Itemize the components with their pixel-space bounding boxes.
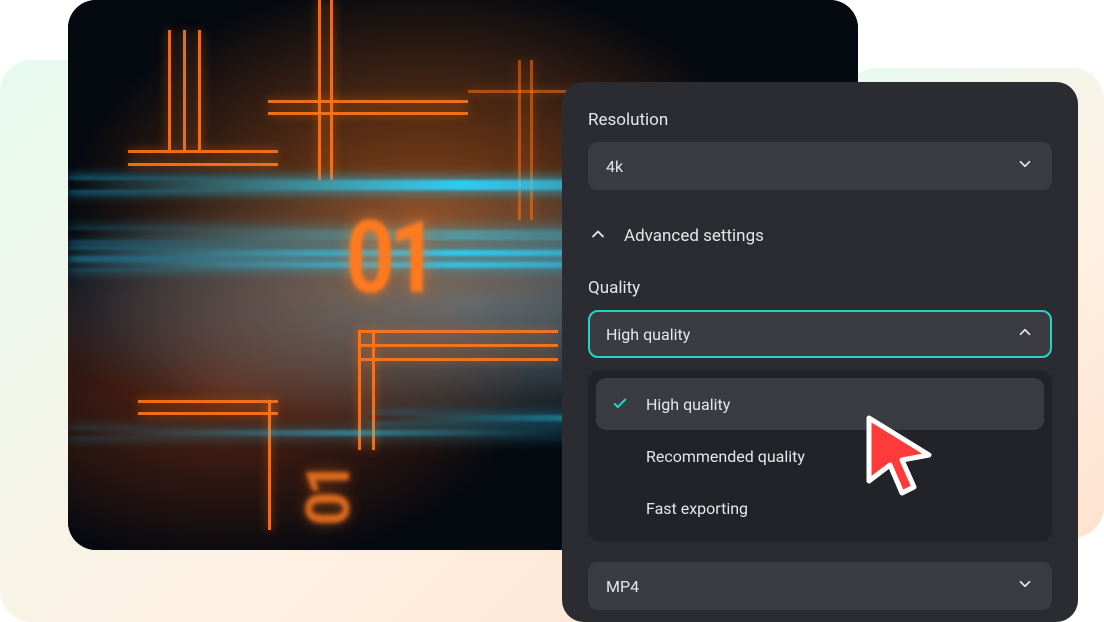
advanced-settings-label: Advanced settings: [624, 226, 764, 246]
quality-label: Quality: [588, 278, 1052, 298]
check-icon: [610, 395, 630, 413]
advanced-settings-toggle[interactable]: Advanced settings: [588, 214, 1052, 258]
resolution-select[interactable]: 4k: [588, 142, 1052, 190]
quality-value: High quality: [606, 325, 690, 344]
export-settings-panel: Resolution 4k Advanced settings Quality …: [562, 82, 1078, 622]
quality-option-high[interactable]: High quality: [596, 378, 1044, 430]
format-value: MP4: [606, 577, 639, 596]
quality-select[interactable]: High quality: [588, 310, 1052, 358]
resolution-label: Resolution: [588, 110, 1052, 130]
chevron-down-icon: [1016, 155, 1034, 177]
resolution-value: 4k: [606, 157, 623, 176]
chevron-down-icon: [1016, 575, 1034, 597]
quality-option-fast[interactable]: Fast exporting: [596, 482, 1044, 534]
chevron-up-icon: [1016, 323, 1034, 345]
option-label: Fast exporting: [646, 499, 748, 518]
quality-options: High quality Recommended quality Fast ex…: [588, 370, 1052, 542]
chevron-up-icon: [588, 224, 608, 248]
format-select[interactable]: MP4: [588, 562, 1052, 610]
option-label: Recommended quality: [646, 447, 805, 466]
option-label: High quality: [646, 395, 730, 414]
quality-option-recommended[interactable]: Recommended quality: [596, 430, 1044, 482]
